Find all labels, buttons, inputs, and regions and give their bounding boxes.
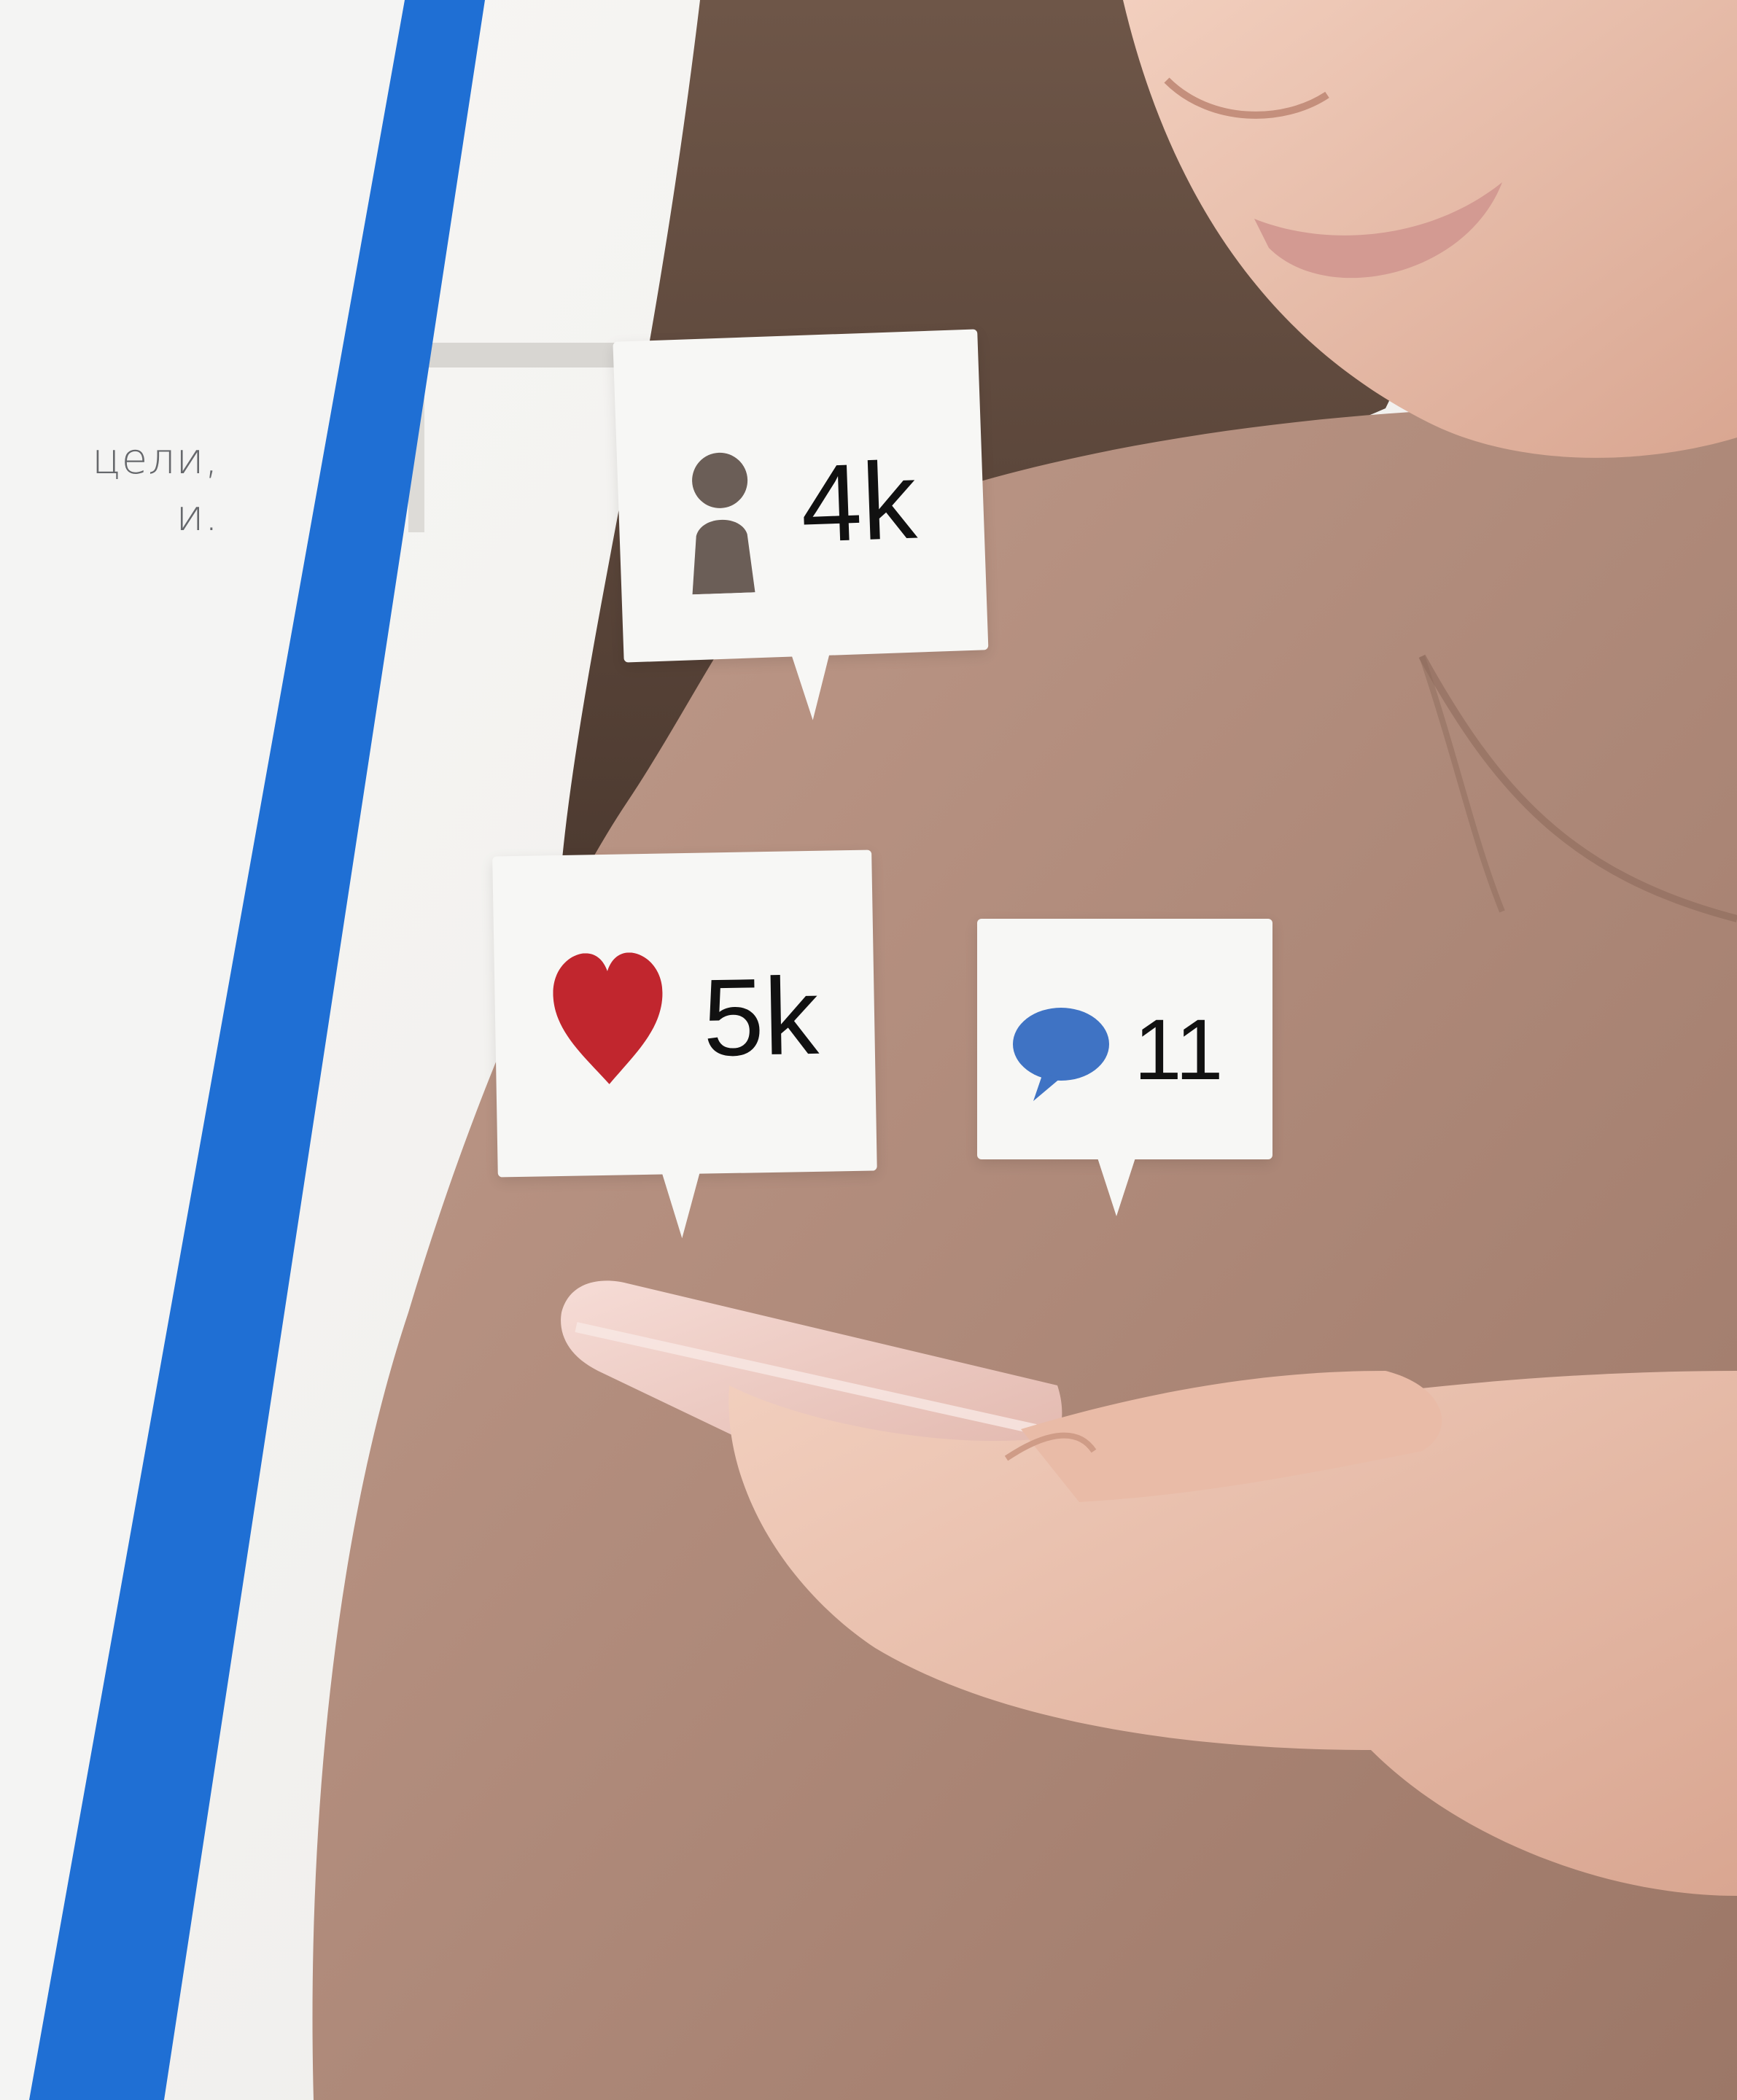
likes-bubble: 5k xyxy=(492,849,879,1265)
panel-text-line-1: цели, xyxy=(92,434,219,483)
person-icon xyxy=(692,452,755,595)
heart-icon xyxy=(553,952,663,1084)
panel-text-line-2: и. xyxy=(176,491,219,540)
speech-bubble-icon xyxy=(1013,1008,1109,1101)
followers-bubble: 4k xyxy=(613,329,991,750)
followers-count: 4k xyxy=(798,438,919,565)
likes-count: 5k xyxy=(702,954,820,1079)
slide: цели, и. 4k 5k 11 xyxy=(0,0,1737,2100)
panel-text: цели, и. xyxy=(0,430,219,544)
comments-bubble: 11 xyxy=(977,919,1272,1225)
comments-count: 11 xyxy=(1134,1002,1224,1098)
